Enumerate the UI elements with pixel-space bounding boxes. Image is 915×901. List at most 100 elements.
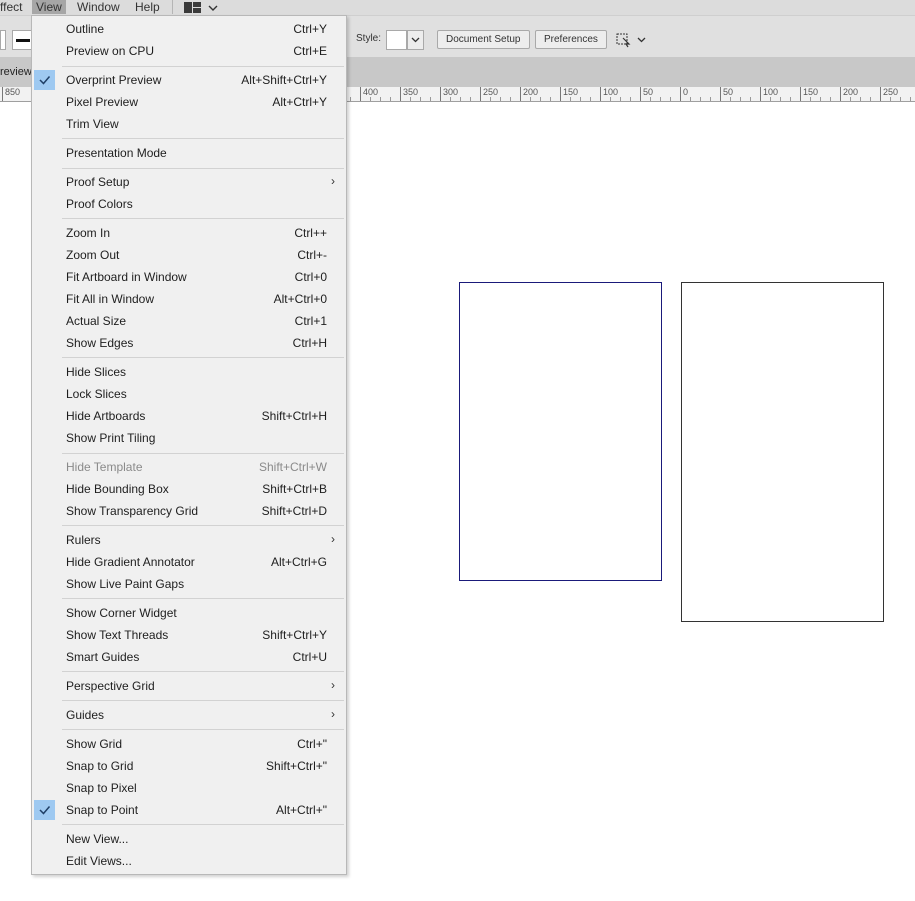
menu-item-presentation-mode[interactable]: Presentation Mode — [32, 142, 346, 164]
menu-item-show-edges[interactable]: Show Edges Ctrl+H — [32, 332, 346, 354]
ruler-tick — [640, 87, 641, 101]
ruler-minor-tick — [450, 97, 451, 101]
menu-item-show-text-threads[interactable]: Show Text Threads Shift+Ctrl+Y — [32, 624, 346, 646]
chevron-right-icon: › — [331, 174, 335, 188]
menu-item-lock-slices[interactable]: Lock Slices — [32, 383, 346, 405]
menu-item-shortcut: Ctrl+U — [292, 650, 327, 664]
ruler-minor-tick — [530, 97, 531, 101]
menu-item-actual-size[interactable]: Actual Size Ctrl+1 — [32, 310, 346, 332]
menu-item-proof-colors[interactable]: Proof Colors — [32, 193, 346, 215]
menu-item-label: Show Live Paint Gaps — [66, 577, 185, 591]
ruler-label: 0 — [683, 87, 689, 97]
menu-item-label: Outline — [66, 22, 105, 36]
menu-item-hide-gradient-annotator[interactable]: Hide Gradient Annotator Alt+Ctrl+G — [32, 551, 346, 573]
menu-separator — [62, 357, 344, 358]
menu-item-label: Fit All in Window — [66, 292, 155, 306]
menu-item-show-transparency-grid[interactable]: Show Transparency Grid Shift+Ctrl+D — [32, 500, 346, 522]
ruler-minor-tick — [410, 97, 411, 101]
style-swatch[interactable] — [386, 30, 407, 50]
menu-item-perspective-grid[interactable]: Perspective Grid › — [32, 675, 346, 697]
menu-item-shortcut: Ctrl+E — [293, 44, 327, 58]
menu-item-label: Hide Gradient Annotator — [66, 555, 195, 569]
menu-item-rulers[interactable]: Rulers › — [32, 529, 346, 551]
stroke-weight-field[interactable] — [12, 30, 32, 50]
menu-item-snap-to-pixel[interactable]: Snap to Pixel — [32, 777, 346, 799]
ruler-tick — [480, 87, 481, 101]
check-icon — [34, 70, 55, 90]
menu-item-snap-to-grid[interactable]: Snap to Grid Shift+Ctrl+" — [32, 755, 346, 777]
menu-separator — [62, 671, 344, 672]
ruler-minor-tick — [500, 97, 501, 101]
menu-item-outline[interactable]: Outline Ctrl+Y — [32, 18, 346, 40]
style-dropdown-button[interactable] — [407, 30, 424, 50]
ruler-tick — [560, 87, 561, 101]
menu-separator — [62, 66, 344, 67]
menu-item-shortcut: Ctrl+" — [297, 737, 327, 751]
menu-item-label: Actual Size — [66, 314, 127, 328]
menu-item-label: Overprint Preview — [66, 73, 162, 87]
preferences-button[interactable]: Preferences — [535, 30, 607, 49]
menu-item-show-live-paint-gaps[interactable]: Show Live Paint Gaps — [32, 573, 346, 595]
arrange-documents-button[interactable] — [614, 30, 650, 50]
menu-bar: ffect View Window Help — [0, 0, 915, 15]
menu-item-label: Show Transparency Grid — [66, 504, 199, 518]
menu-window[interactable]: Window — [77, 0, 120, 14]
menu-item-label: Hide Artboards — [66, 409, 146, 423]
menu-item-overprint-preview[interactable]: Overprint Preview Alt+Shift+Ctrl+Y — [32, 69, 346, 91]
ruler-minor-tick — [550, 97, 551, 101]
menu-view[interactable]: View — [32, 0, 66, 14]
menu-item-preview-on-cpu[interactable]: Preview on CPU Ctrl+E — [32, 40, 346, 62]
stroke-swatch-partial[interactable] — [0, 30, 6, 50]
ruler-tick — [440, 87, 441, 101]
menu-separator — [62, 525, 344, 526]
menu-item-show-print-tiling[interactable]: Show Print Tiling — [32, 427, 346, 449]
menu-item-label: Show Print Tiling — [66, 431, 156, 445]
chevron-right-icon: › — [331, 678, 335, 692]
artboard-selected[interactable] — [459, 282, 662, 581]
menu-effect[interactable]: ffect — [0, 0, 22, 14]
artboard[interactable] — [681, 282, 884, 622]
ruler-minor-tick — [770, 97, 771, 101]
menu-item-new-view[interactable]: New View... — [32, 828, 346, 850]
menu-item-smart-guides[interactable]: Smart Guides Ctrl+U — [32, 646, 346, 668]
menu-item-label: Zoom Out — [66, 248, 120, 262]
menu-item-label: Show Text Threads — [66, 628, 169, 642]
menu-item-shortcut: Ctrl+- — [297, 248, 327, 262]
menu-item-label: Proof Setup — [66, 175, 130, 189]
document-tab[interactable]: review — [0, 66, 32, 78]
ruler-minor-tick — [690, 97, 691, 101]
menu-item-show-grid[interactable]: Show Grid Ctrl+" — [32, 733, 346, 755]
menu-item-hide-artboards[interactable]: Hide Artboards Shift+Ctrl+H — [32, 405, 346, 427]
menu-item-fit-all-in-window[interactable]: Fit All in Window Alt+Ctrl+0 — [32, 288, 346, 310]
menu-item-show-corner-widget[interactable]: Show Corner Widget — [32, 602, 346, 624]
menu-item-trim-view[interactable]: Trim View — [32, 113, 346, 135]
menu-item-edit-views[interactable]: Edit Views... — [32, 850, 346, 872]
menu-item-fit-artboard-in-window[interactable]: Fit Artboard in Window Ctrl+0 — [32, 266, 346, 288]
menu-item-zoom-out[interactable]: Zoom Out Ctrl+- — [32, 244, 346, 266]
ruler-minor-tick — [540, 97, 541, 101]
menu-item-shortcut: Ctrl+1 — [294, 314, 327, 328]
menu-item-label: Lock Slices — [66, 387, 127, 401]
view-menu-dropdown: Outline Ctrl+Y Preview on CPU Ctrl+E Overp… — [31, 15, 347, 875]
menu-item-label: Proof Colors — [66, 197, 133, 211]
menu-item-snap-to-point[interactable]: Snap to Point Alt+Ctrl+" — [32, 799, 346, 821]
menu-item-label: Pixel Preview — [66, 95, 139, 109]
menu-item-pixel-preview[interactable]: Pixel Preview Alt+Ctrl+Y — [32, 91, 346, 113]
menu-separator — [62, 218, 344, 219]
workspace-switcher-button[interactable] — [183, 1, 223, 14]
menu-divider — [172, 0, 173, 14]
ruler-minor-tick — [380, 97, 381, 101]
menu-separator — [62, 729, 344, 730]
menu-help[interactable]: Help — [135, 0, 160, 14]
menu-item-label: Show Corner Widget — [66, 606, 177, 620]
menu-item-zoom-in[interactable]: Zoom In Ctrl++ — [32, 222, 346, 244]
menu-item-proof-setup[interactable]: Proof Setup › — [32, 171, 346, 193]
menu-item-shortcut: Alt+Ctrl+0 — [273, 292, 327, 306]
document-setup-button[interactable]: Document Setup — [437, 30, 530, 49]
menu-item-shortcut: Shift+Ctrl+B — [262, 482, 327, 496]
menu-item-hide-slices[interactable]: Hide Slices — [32, 361, 346, 383]
menu-item-label: Show Grid — [66, 737, 123, 751]
menu-item-hide-bounding-box[interactable]: Hide Bounding Box Shift+Ctrl+B — [32, 478, 346, 500]
menu-item-guides[interactable]: Guides › — [32, 704, 346, 726]
ruler-minor-tick — [570, 97, 571, 101]
